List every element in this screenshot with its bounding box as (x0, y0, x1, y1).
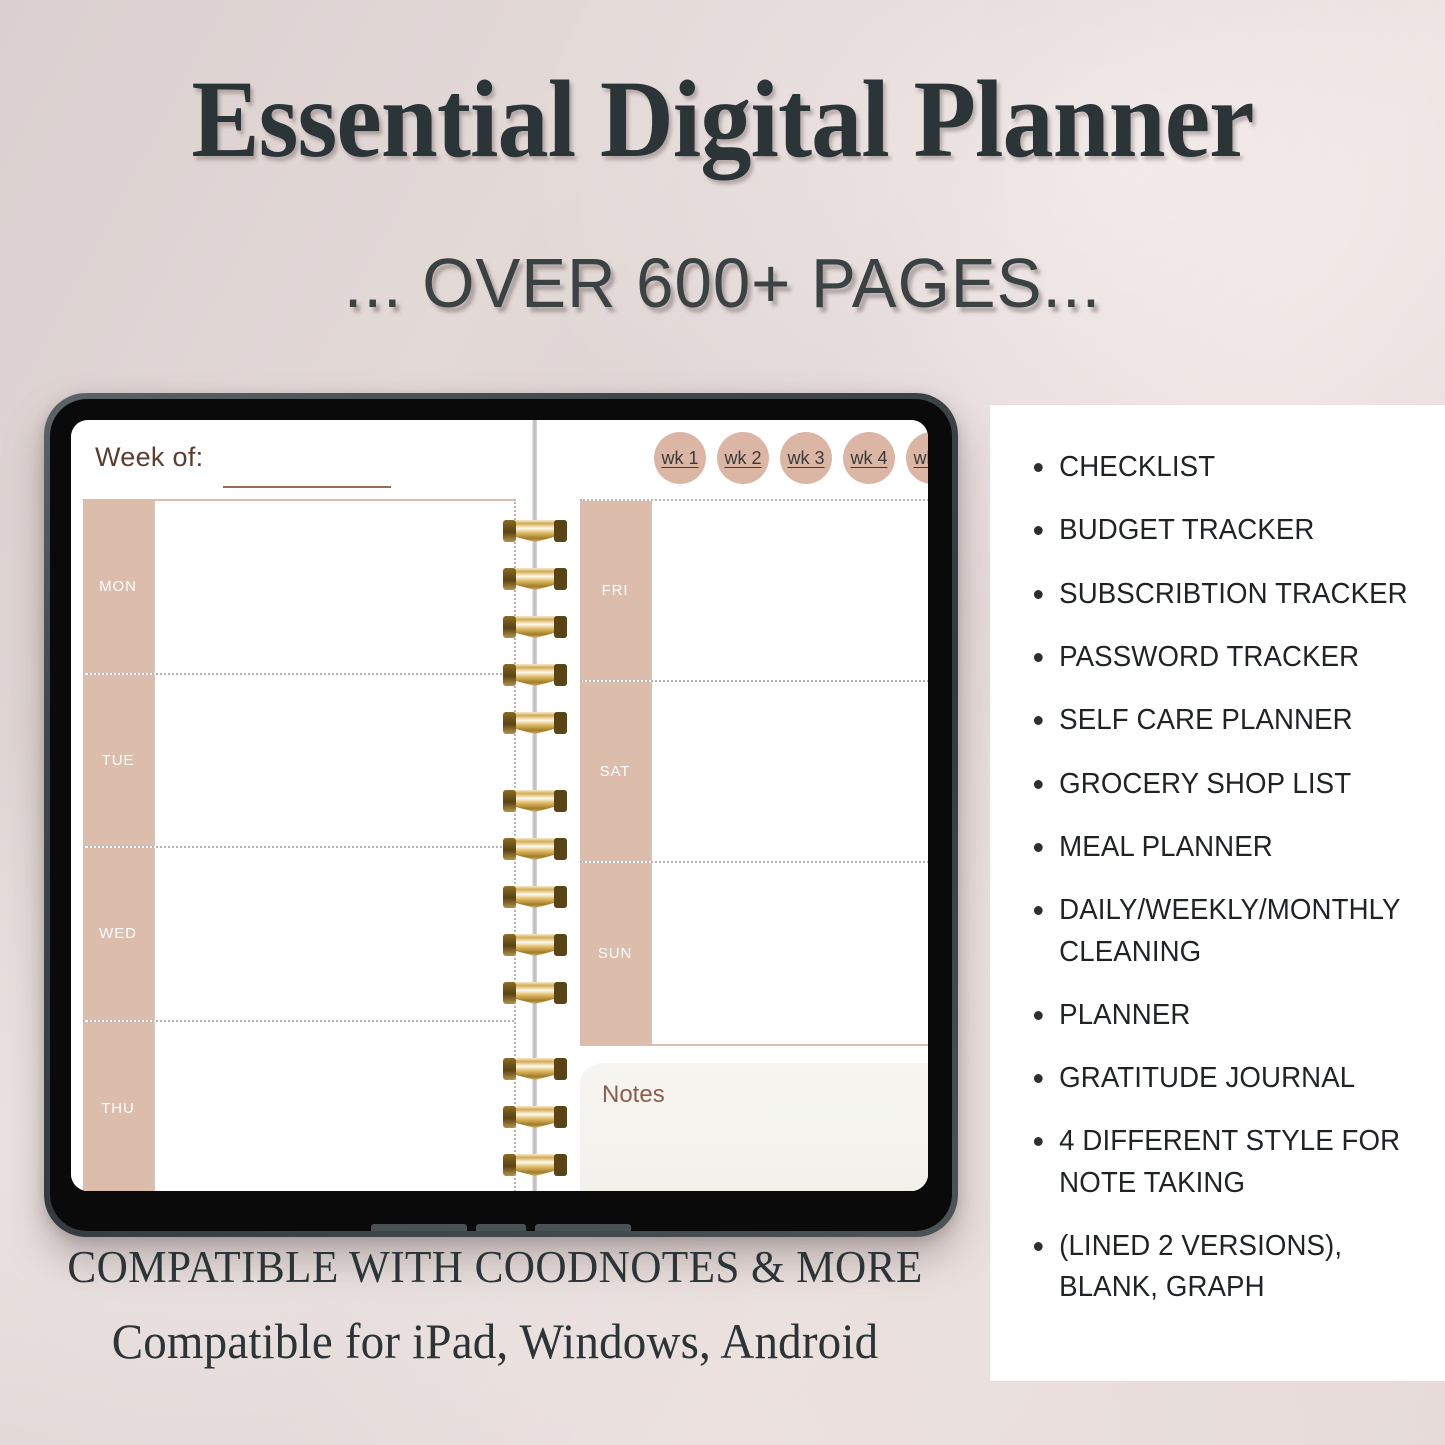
left-page-days: MON TUE WED THU (83, 499, 516, 1191)
day-writing-area-sun[interactable] (652, 862, 928, 1044)
speaker-slot (371, 1224, 467, 1231)
day-label-fri: FRI (580, 501, 652, 680)
spiral-ring-cap (554, 1106, 567, 1128)
feature-list-item: BUDGET TRACKER (1032, 510, 1419, 551)
day-writing-area-thu[interactable] (155, 1021, 514, 1191)
week-tab-5[interactable]: wk 5 (906, 432, 928, 484)
right-page-days: FRI SAT SUN (580, 499, 928, 1046)
day-row-wed: WED (83, 848, 514, 1022)
day-label-wed: WED (83, 848, 155, 1020)
speaker-grille (50, 1219, 952, 1231)
page-subtitle: ... OVER 600+ PAGES... (343, 244, 1102, 322)
day-row-mon: MON (83, 501, 514, 675)
spiral-ring-cap (554, 886, 567, 908)
spiral-ring-cap (554, 568, 567, 590)
feature-list-item: DAILY/WEEKLY/MONTHLY CLEANING (1032, 890, 1419, 973)
day-row-sat: SAT (580, 681, 928, 863)
feature-list-item: PLANNER (1032, 995, 1419, 1036)
spiral-ring-cap (554, 790, 567, 812)
feature-list-panel: CHECKLIST BUDGET TRACKER SUBSCRIBTION TRAC… (990, 405, 1445, 1381)
speaker-slot (476, 1224, 526, 1231)
day-row-tue: TUE (83, 674, 514, 848)
week-of-write-line[interactable] (223, 486, 391, 488)
spiral-ring-cap (554, 934, 567, 956)
tablet-screen: Week of: wk 1 wk 2 wk 3 wk 4 wk 5 MON TU… (71, 420, 928, 1191)
spiral-ring-cap (554, 982, 567, 1004)
day-row-thu: THU (83, 1021, 514, 1191)
week-tab-2[interactable]: wk 2 (717, 432, 769, 484)
spiral-ring-cap (554, 1154, 567, 1176)
feature-list-item: 4 DIFFERENT STYLE FOR NOTE TAKING (1032, 1121, 1419, 1204)
week-of-label: Week of: (95, 442, 204, 472)
speaker-slot (535, 1224, 631, 1231)
feature-list-item: GRATITUDE JOURNAL (1032, 1058, 1419, 1099)
page-title: Essential Digital Planner (191, 58, 1254, 180)
tablet-bezel: Week of: wk 1 wk 2 wk 3 wk 4 wk 5 MON TU… (50, 399, 952, 1231)
feature-list-item: PASSWORD TRACKER (1032, 637, 1419, 678)
week-tabs: wk 1 wk 2 wk 3 wk 4 wk 5 (654, 432, 928, 484)
spiral-ring-cap (554, 616, 567, 638)
spiral-ring-cap (554, 664, 567, 686)
page-spine-line (532, 420, 537, 1191)
day-writing-area-sat[interactable] (652, 681, 928, 861)
footer-compatibility-line: COMPATIBLE WITH COODNOTES & MORE (67, 1241, 923, 1292)
day-row-fri: FRI (580, 501, 928, 682)
tablet-device-mockup: Week of: wk 1 wk 2 wk 3 wk 4 wk 5 MON TU… (44, 393, 958, 1237)
day-writing-area-tue[interactable] (155, 674, 514, 846)
planner-page-spread: Week of: wk 1 wk 2 wk 3 wk 4 wk 5 MON TU… (71, 420, 928, 1191)
day-writing-area-fri[interactable] (652, 501, 928, 680)
week-tab-3[interactable]: wk 3 (780, 432, 832, 484)
feature-list: CHECKLIST BUDGET TRACKER SUBSCRIBTION TRAC… (990, 405, 1445, 1309)
day-row-sun: SUN (580, 862, 928, 1044)
day-label-mon: MON (83, 501, 155, 673)
week-tab-1[interactable]: wk 1 (654, 432, 706, 484)
feature-list-item: SUBSCRIBTION TRACKER (1032, 574, 1419, 615)
feature-list-item: GROCERY SHOP LIST (1032, 764, 1419, 805)
day-label-thu: THU (83, 1021, 155, 1191)
spiral-ring-cap (554, 520, 567, 542)
spiral-ring-cap (554, 712, 567, 734)
day-label-tue: TUE (83, 674, 155, 846)
week-tab-4[interactable]: wk 4 (843, 432, 895, 484)
spiral-ring-cap (554, 838, 567, 860)
day-writing-area-mon[interactable] (155, 501, 514, 673)
feature-list-item: CHECKLIST (1032, 447, 1419, 488)
feature-list-item: SELF CARE PLANNER (1032, 700, 1419, 741)
notes-label: Notes (602, 1081, 665, 1108)
notes-section[interactable]: Notes (580, 1063, 928, 1191)
day-writing-area-wed[interactable] (155, 848, 514, 1020)
day-label-sat: SAT (580, 681, 652, 861)
feature-list-item: (LINED 2 VERSIONS), BLANK, GRAPH (1032, 1226, 1419, 1309)
feature-list-item: MEAL PLANNER (1032, 827, 1419, 868)
spiral-ring-cap (554, 1058, 567, 1080)
day-label-sun: SUN (580, 862, 652, 1044)
footer-devices-line: Compatible for iPad, Windows, Android (111, 1313, 879, 1369)
